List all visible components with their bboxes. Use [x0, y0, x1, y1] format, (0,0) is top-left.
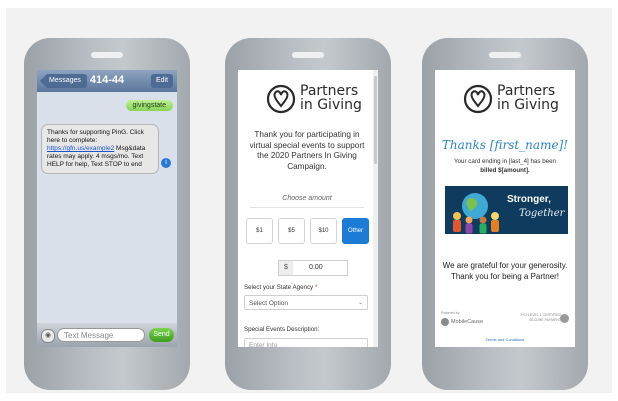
heart-hands-icon: [266, 84, 296, 114]
mobilecause-text: MobileCause: [451, 319, 484, 325]
divider: [250, 207, 364, 208]
phone-receipt: Partners in Giving Thanks [first_name]! …: [422, 38, 588, 390]
events-description-input[interactable]: Enter Info: [244, 338, 368, 347]
logo-line1: Partners: [300, 83, 359, 99]
amount-other-button[interactable]: Other: [342, 218, 369, 244]
logo-line2: in Giving: [497, 97, 559, 113]
mobilecause-icon: [441, 318, 449, 326]
billed-text: Your card ending in [last_4] has been bi…: [445, 158, 565, 175]
grateful-text: We are grateful for your generosity. Tha…: [442, 261, 568, 281]
sms-incoming-bubble: Thanks for supporting PinG. Click here t…: [41, 124, 159, 174]
stage: Messages 414-44 Edit givingstate Thanks …: [0, 0, 618, 401]
events-description-label: Special Events Description:: [244, 326, 320, 333]
state-agency-select[interactable]: Select Option ⌄: [244, 295, 368, 310]
amount-5-button[interactable]: $5: [278, 218, 305, 244]
intro-text: Thank you for participating in virtual s…: [249, 130, 365, 171]
secure-payment-badge: PCI LEVEL 1 CERTIFIED SECURE PAYMENT: [521, 313, 561, 322]
background-panel: Messages 414-44 Edit givingstate Thanks …: [6, 8, 612, 393]
sms-link[interactable]: https://gfn.us/example2: [47, 145, 114, 152]
choose-amount-label: Choose amount: [282, 195, 332, 202]
amount-1-button[interactable]: $1: [246, 218, 273, 244]
select-value: Select Option: [249, 300, 289, 307]
lock-seal-icon: [560, 314, 569, 323]
amount-10-button[interactable]: $10: [310, 218, 337, 244]
phone-sms: Messages 414-44 Edit givingstate Thanks …: [24, 38, 190, 390]
text-message-input[interactable]: Text Message: [57, 328, 145, 342]
currency-symbol: $: [279, 261, 293, 275]
partners-in-giving-logo: Partners in Giving: [238, 80, 378, 118]
amount-value: 0.00: [309, 264, 323, 271]
sms-outgoing-bubble: givingstate: [125, 100, 173, 111]
state-agency-label: Select your State Agency *: [244, 284, 318, 291]
scrollbar-thumb[interactable]: [374, 76, 377, 164]
camera-icon[interactable]: ◉: [41, 329, 55, 343]
banner-title: Stronger,: [507, 194, 551, 205]
banner-subtitle: Together: [519, 208, 565, 219]
required-mark: *: [314, 284, 318, 291]
billed-line2: billed $[amount].: [480, 166, 530, 174]
phone-form: Partners in Giving Thank you for partici…: [225, 38, 391, 390]
logo-line1: Partners: [497, 83, 556, 99]
info-icon[interactable]: i: [161, 158, 171, 168]
edit-button[interactable]: Edit: [151, 74, 173, 88]
thanks-heading: Thanks [first_name]!: [441, 138, 569, 152]
send-button[interactable]: Send: [149, 328, 174, 342]
globe-people-illustration: [453, 193, 499, 234]
receipt-screen: Partners in Giving Thanks [first_name]! …: [435, 70, 575, 347]
form-screen: Partners in Giving Thank you for partici…: [238, 70, 378, 347]
phone-speaker: [489, 52, 521, 58]
partners-in-giving-logo: Partners in Giving: [435, 80, 575, 118]
sms-nav-bar: Messages 414-44 Edit: [37, 70, 177, 92]
logo-line2: in Giving: [300, 97, 362, 113]
heart-hands-icon: [463, 84, 493, 114]
amount-input[interactable]: $ 0.00: [278, 260, 348, 276]
chevron-down-icon: ⌄: [357, 300, 363, 306]
billed-line1: Your card ending in [last_4] has been: [454, 158, 556, 165]
sms-screen: Messages 414-44 Edit givingstate Thanks …: [37, 70, 177, 347]
terms-link[interactable]: Terms and Conditions: [435, 337, 575, 342]
phone-speaker: [292, 52, 324, 58]
mobilecause-logo: MobileCause: [441, 317, 485, 327]
sms-input-bar: ◉ Text Message Send: [37, 323, 177, 347]
scrollbar[interactable]: [373, 70, 378, 347]
powered-by-label: Powered by: [441, 311, 460, 315]
stronger-together-banner: Stronger, Together: [445, 186, 568, 234]
sms-incoming-text: Thanks for supporting PinG. Click here t…: [47, 129, 144, 144]
phone-speaker: [91, 52, 123, 58]
